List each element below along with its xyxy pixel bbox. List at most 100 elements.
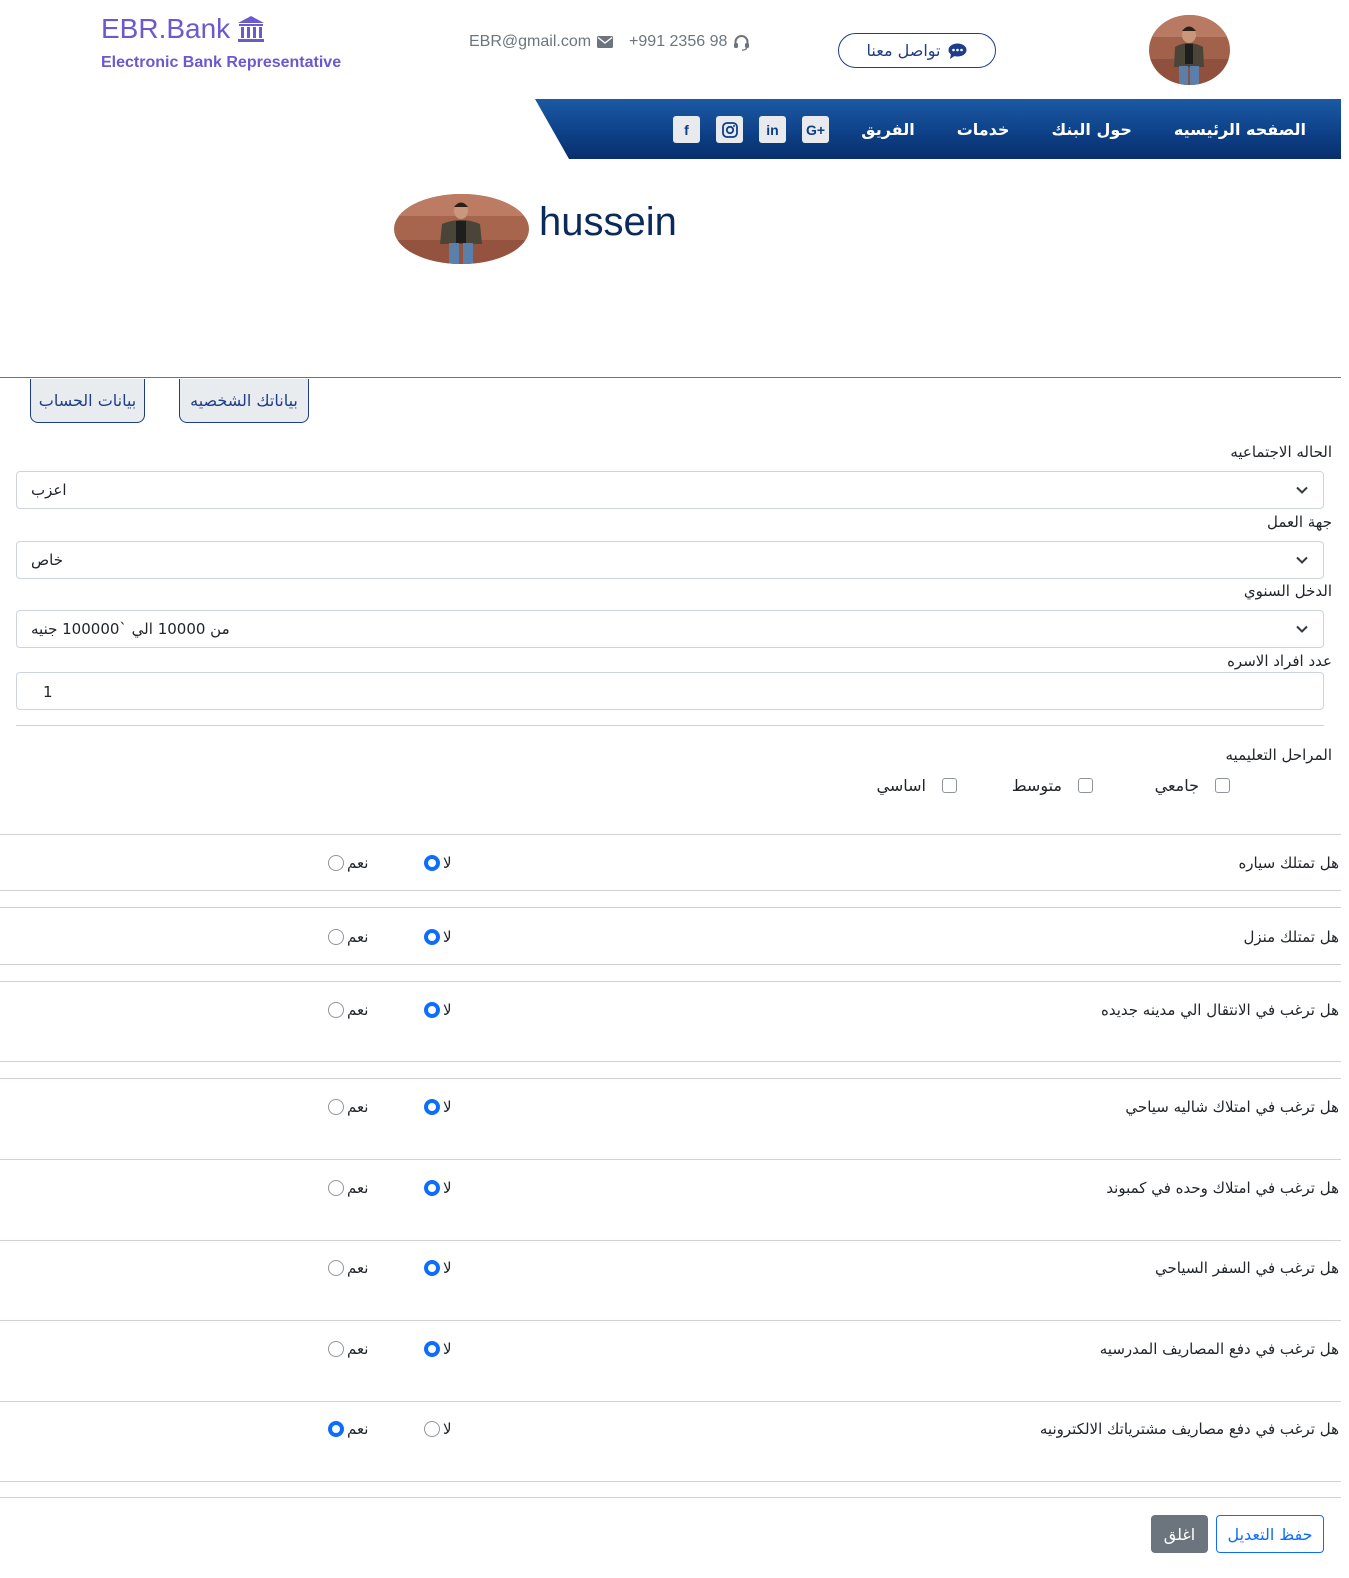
question-text: هل ترغب في دفع المصاريف المدرسيه <box>1099 1340 1339 1358</box>
education-label: المراحل التعليميه <box>1225 746 1333 764</box>
section-divider <box>16 725 1324 726</box>
annual-income-select[interactable]: من 10000 الي `100000 جنيه <box>16 610 1324 648</box>
brand-name-row: EBR.Bank <box>101 12 341 46</box>
envelope-icon <box>597 36 614 48</box>
radio-yes-label: نعم <box>347 1098 369 1116</box>
footer-divider <box>0 1497 1341 1498</box>
employer-value: خاص <box>31 551 63 569</box>
tab-personal-data[interactable]: بياناتك الشخصيه <box>179 379 309 423</box>
question-separator <box>0 1078 1341 1079</box>
question-separator <box>0 834 1341 835</box>
question-separator <box>0 1401 1341 1402</box>
radio-no[interactable] <box>424 1260 440 1276</box>
radio-no[interactable] <box>424 1341 440 1357</box>
question-separator <box>0 964 1341 965</box>
radio-no[interactable] <box>424 1002 440 1018</box>
education-basic[interactable]: اساسي <box>877 776 957 795</box>
radio-yes[interactable] <box>328 1421 344 1437</box>
radio-yes-label: نعم <box>347 1340 369 1358</box>
radio-yes-label: نعم <box>347 854 369 872</box>
contact-info: EBR@gmail.com +991 2356 98 <box>469 33 750 51</box>
employer-label: جهة العمل <box>1266 513 1332 531</box>
chevron-down-icon <box>1296 625 1308 633</box>
education-university-label: جامعي <box>1154 776 1199 795</box>
checkbox[interactable] <box>1078 778 1093 793</box>
education-university[interactable]: جامعي <box>1155 776 1230 795</box>
marital-status-select[interactable]: اعزب <box>16 471 1324 509</box>
radio-no[interactable] <box>424 1180 440 1196</box>
radio-yes-label: نعم <box>347 928 369 946</box>
chevron-down-icon <box>1296 486 1308 494</box>
nav-item-team[interactable]: الفريق <box>861 120 914 139</box>
radio-no-label: لا <box>443 1179 452 1197</box>
radio-no-label: لا <box>443 1340 452 1358</box>
linkedin-icon[interactable]: in <box>759 116 786 143</box>
chevron-down-icon <box>1296 556 1308 564</box>
radio-yes-label: نعم <box>347 1001 369 1019</box>
radio-no-label: لا <box>443 1259 452 1277</box>
nav-item-about[interactable]: حول البنك <box>1051 120 1131 139</box>
question-separator <box>0 1481 1341 1482</box>
employer-select[interactable]: خاص <box>16 541 1324 579</box>
nav-item-services[interactable]: خدمات <box>957 120 1010 139</box>
tab-account-data[interactable]: بيانات الحساب <box>30 379 145 423</box>
radio-yes[interactable] <box>328 929 344 945</box>
radio-no[interactable] <box>424 855 440 871</box>
phone-contact[interactable]: +991 2356 98 <box>629 33 750 51</box>
radio-no[interactable] <box>424 1421 440 1437</box>
radio-yes[interactable] <box>328 1260 344 1276</box>
instagram-icon[interactable] <box>716 116 743 143</box>
education-checkboxes: جامعي متوسط اساسي <box>0 776 1349 806</box>
question-text: هل ترغب في امتلاك شاليه سياحي <box>1125 1098 1339 1116</box>
radio-yes[interactable] <box>328 1180 344 1196</box>
question-text: هل تمتلك سياره <box>1238 854 1339 872</box>
radio-no-label: لا <box>443 928 452 946</box>
radio-yes[interactable] <box>328 855 344 871</box>
facebook-icon[interactable]: f <box>673 116 700 143</box>
radio-no[interactable] <box>424 1099 440 1115</box>
radio-yes-label: نعم <box>347 1259 369 1277</box>
question-separator <box>0 907 1341 908</box>
contact-us-label: تواصل معنا <box>866 41 941 60</box>
radio-no-label: لا <box>443 854 452 872</box>
question-text: هل تمتلك منزل <box>1243 928 1339 946</box>
social-links: G+ in f <box>673 116 829 143</box>
radio-yes[interactable] <box>328 1099 344 1115</box>
close-button[interactable]: اغلق <box>1151 1515 1208 1553</box>
education-intermediate[interactable]: متوسط <box>1012 776 1093 795</box>
radio-yes[interactable] <box>328 1002 344 1018</box>
marital-status-label: الحاله الاجتماعيه <box>1230 443 1332 461</box>
chat-icon <box>948 43 967 59</box>
question-text: هل ترغب في السفر السياحي <box>1154 1259 1339 1277</box>
phone-text: +991 2356 98 <box>629 33 728 50</box>
radio-no-label: لا <box>443 1098 452 1116</box>
radio-yes[interactable] <box>328 1341 344 1357</box>
contact-us-button[interactable]: تواصل معنا <box>838 33 996 68</box>
radio-yes-label: نعم <box>347 1179 369 1197</box>
radio-no[interactable] <box>424 929 440 945</box>
radio-no-label: لا <box>443 1001 452 1019</box>
brand-name: EBR.Bank <box>101 13 231 44</box>
checkbox[interactable] <box>1215 778 1230 793</box>
annual-income-value: من 10000 الي `100000 جنيه <box>31 620 230 638</box>
checkbox[interactable] <box>942 778 957 793</box>
bank-icon <box>238 16 265 42</box>
nav-item-home[interactable]: الصفحه الرئيسيه <box>1174 120 1306 139</box>
question-text: هل ترغب في امتلاك وحده في كمبوند <box>1106 1179 1339 1197</box>
question-separator <box>0 1061 1341 1062</box>
headset-icon <box>734 34 750 51</box>
family-members-value: 1 <box>43 683 53 701</box>
radio-yes-label: نعم <box>347 1420 369 1438</box>
radio-no-label: لا <box>443 1420 452 1438</box>
google-plus-icon[interactable]: G+ <box>802 116 829 143</box>
annual-income-label: الدخل السنوي <box>1243 582 1332 600</box>
main-navbar: الصفحه الرئيسيه حول البنك خدمات الفريق G… <box>535 99 1341 159</box>
brand-logo[interactable]: EBR.Bank Electronic Bank Representative <box>101 12 341 72</box>
profile-avatar[interactable] <box>394 194 529 264</box>
email-contact[interactable]: EBR@gmail.com <box>469 33 614 51</box>
family-members-input[interactable]: 1 <box>16 672 1324 710</box>
question-text: هل ترغب في دفع مصاريف مشترياتك الالكترون… <box>1039 1420 1339 1438</box>
profile-divider <box>0 377 1341 378</box>
save-changes-button[interactable]: حفظ التعديل <box>1216 1515 1324 1553</box>
user-avatar[interactable] <box>1149 15 1230 85</box>
